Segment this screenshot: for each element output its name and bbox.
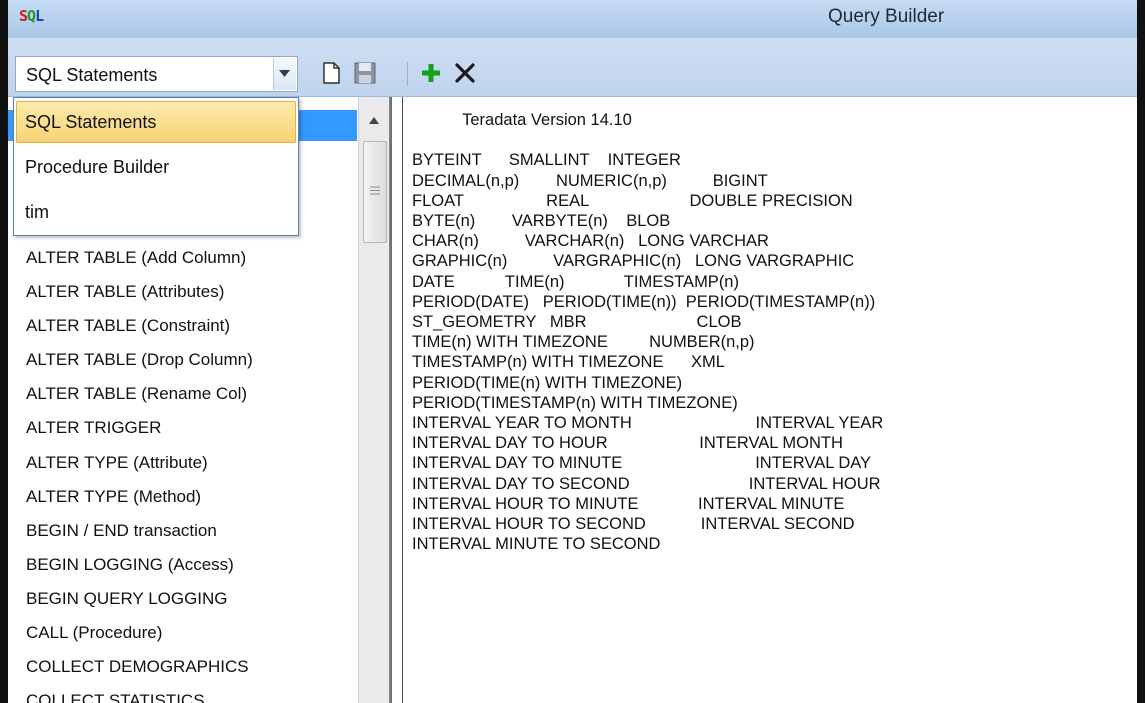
delete-button[interactable] — [452, 60, 478, 86]
sql-editor-panel[interactable]: Teradata Version 14.10 BYTEINT SMALLINT … — [390, 97, 1137, 703]
list-item[interactable]: COLLECT DEMOGRAPHICS — [26, 656, 249, 678]
window-frame-right — [1137, 0, 1145, 703]
new-button[interactable] — [318, 60, 344, 86]
scroll-thumb[interactable] — [363, 141, 387, 243]
grip-icon — [370, 186, 380, 195]
list-item[interactable]: ALTER TABLE (Rename Col) — [26, 383, 247, 405]
list-item[interactable]: BEGIN QUERY LOGGING — [26, 588, 228, 610]
list-item[interactable]: BEGIN LOGGING (Access) — [26, 554, 234, 576]
list-item[interactable]: BEGIN / END transaction — [26, 520, 217, 542]
chevron-down-icon — [279, 70, 290, 77]
logo-letter-l: L — [35, 7, 44, 25]
list-item[interactable]: ALTER TYPE (Attribute) — [26, 452, 208, 474]
list-item[interactable]: ALTER TABLE (Add Column) — [26, 247, 246, 269]
scroll-up-button[interactable] — [359, 97, 389, 133]
list-scrollbar[interactable] — [358, 97, 389, 703]
delete-icon — [455, 63, 475, 83]
list-item[interactable]: ALTER TRIGGER — [26, 417, 161, 439]
list-item[interactable]: ALTER TYPE (Method) — [26, 486, 201, 508]
title-bar[interactable]: SQL Query Builder — [8, 0, 1137, 39]
new-document-icon — [323, 62, 340, 84]
dropdown-option[interactable]: SQL Statements — [25, 111, 156, 133]
scroll-up-arrow-icon — [369, 117, 379, 124]
logo-letter-q: Q — [27, 7, 36, 25]
dropdown-option[interactable]: Procedure Builder — [25, 156, 169, 178]
add-icon — [422, 64, 440, 82]
window-frame-left — [0, 0, 8, 703]
save-button[interactable] — [352, 60, 378, 86]
combobox-value: SQL Statements — [26, 65, 158, 85]
statement-type-dropdown[interactable]: SQL Statements Procedure Builder tim — [13, 97, 299, 236]
editor-border — [402, 97, 403, 703]
dropdown-arrow-button[interactable] — [273, 58, 296, 90]
list-item[interactable]: ALTER TABLE (Drop Column) — [26, 349, 253, 371]
list-item[interactable]: COLLECT STATISTICS — [26, 690, 205, 703]
statement-type-combobox[interactable]: SQL Statements — [15, 56, 298, 92]
logo-letter-s: S — [19, 7, 28, 25]
toolbar: SQL Statements — [8, 38, 1137, 97]
save-icon — [354, 62, 376, 84]
toolbar-separator — [407, 62, 408, 86]
add-button[interactable] — [418, 60, 444, 86]
editor-text[interactable]: Teradata Version 14.10 BYTEINT SMALLINT … — [412, 110, 883, 554]
dropdown-option[interactable]: tim — [25, 201, 49, 223]
list-item[interactable]: ALTER TABLE (Constraint) — [26, 315, 230, 337]
sql-logo-icon: SQL — [19, 5, 45, 27]
list-item[interactable]: ALTER TABLE (Attributes) — [26, 281, 224, 303]
list-item[interactable]: CALL (Procedure) — [26, 622, 162, 644]
window-title: Query Builder — [828, 6, 945, 27]
